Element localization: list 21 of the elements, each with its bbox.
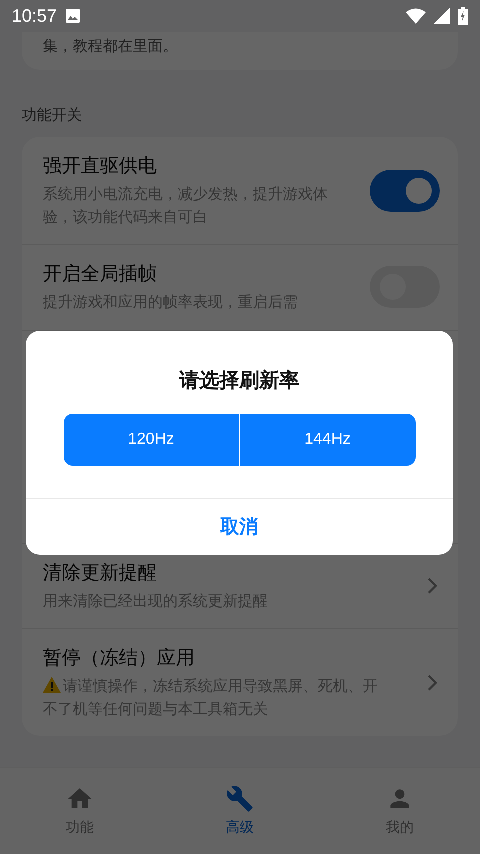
- wifi-icon: [406, 8, 426, 24]
- chevron-icon: [426, 576, 440, 596]
- toggle-switch[interactable]: [370, 170, 440, 212]
- chevron-icon: [426, 672, 440, 692]
- dialog-title: 请选择刷新率: [180, 367, 300, 394]
- setting-title: 暂停（冻结）应用: [43, 646, 196, 671]
- signal-icon: [434, 8, 450, 24]
- setting-title: 开启全局插帧: [43, 262, 158, 287]
- status-time: 10:57: [12, 6, 58, 26]
- setting-title: 强开直驱供电: [43, 154, 158, 179]
- info-text: 集，教程都在里面。: [43, 37, 178, 55]
- wrench-icon: [226, 785, 254, 813]
- setting-title: 清除更新提醒: [43, 560, 158, 586]
- cancel-button[interactable]: 取消: [26, 498, 453, 555]
- image-icon: [65, 8, 82, 24]
- section-title: 功能开关: [21, 105, 83, 126]
- option-button[interactable]: 120Hz: [64, 414, 239, 466]
- nav-tab[interactable]: 高级: [160, 768, 320, 854]
- option-button[interactable]: 144Hz: [240, 414, 416, 466]
- battery-icon: [458, 7, 468, 25]
- warning-icon: [43, 677, 61, 693]
